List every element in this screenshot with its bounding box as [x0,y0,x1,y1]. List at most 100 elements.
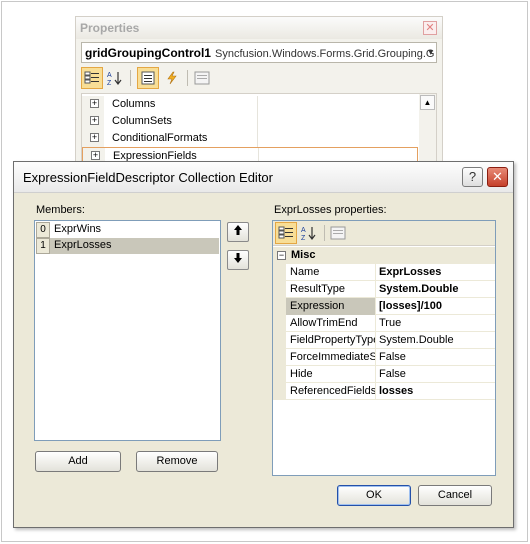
svg-text:A: A [301,227,306,234]
property-row[interactable]: ForceImmediateSaveValue False [273,349,495,366]
object-selector-combo[interactable]: gridGroupingControl1 Syncfusion.Windows.F… [81,42,437,63]
row-margin [273,366,286,383]
property-name: Columns [112,98,156,110]
row-margin [273,383,286,400]
properties-icon[interactable] [137,67,159,89]
expand-icon[interactable]: + [90,133,99,142]
collection-editor-dialog: ExpressionFieldDescriptor Collection Edi… [13,161,514,528]
property-value[interactable]: System.Double [379,334,454,346]
expand-icon[interactable]: + [90,99,99,108]
properties-toolbar: AZ [81,67,437,91]
svg-text:Z: Z [301,235,306,241]
properties-close-icon[interactable]: ✕ [423,21,437,35]
arrow-down-icon [234,253,242,263]
property-name: ForceImmediateSaveValue [290,351,375,363]
property-row[interactable]: + Columns [82,96,418,113]
property-pages-icon[interactable] [327,222,349,244]
categorized-icon[interactable] [275,222,297,244]
ok-button[interactable]: OK [337,485,411,506]
category-name: Misc [291,249,316,261]
property-row[interactable]: Hide False [273,366,495,383]
cancel-button[interactable]: Cancel [418,485,492,506]
remove-button[interactable]: Remove [136,451,218,472]
column-divider [375,366,376,383]
property-name: AllowTrimEnd [290,317,358,329]
svg-text:A: A [107,72,112,79]
properties-grid: + Columns + ColumnSets + ConditionalForm… [81,93,437,167]
property-value[interactable]: [losses]/100 [379,300,442,312]
property-row-selected[interactable]: Expression [losses]/100 [273,298,495,315]
column-divider [257,130,258,147]
properties-label: ExprLosses properties: [274,204,387,216]
properties-window: Properties ✕ gridGroupingControl1 Syncfus… [75,16,443,167]
help-icon[interactable]: ? [462,167,483,187]
category-header[interactable]: − Misc [273,247,495,264]
column-divider [375,383,376,400]
property-value[interactable]: False [379,368,406,380]
properties-title: Properties [80,21,140,35]
members-list[interactable]: 0 ExprWins 1 ExprLosses [34,220,221,441]
scroll-up-icon[interactable]: ▲ [420,95,435,110]
move-down-button[interactable] [227,250,249,270]
arrow-up-icon [234,225,242,235]
column-divider [257,96,258,113]
row-margin [273,298,286,315]
property-name: Expression [290,300,345,312]
svg-text:Z: Z [107,80,112,86]
toolbar-separator [130,70,131,86]
expand-icon[interactable]: + [91,151,100,160]
collapse-icon[interactable]: − [277,251,286,260]
object-name: gridGroupingControl1 [85,46,211,60]
row-margin [273,349,286,366]
property-row[interactable]: Name ExprLosses [273,264,495,281]
members-label: Members: [36,204,85,216]
row-margin [273,315,286,332]
property-name: ResultType [290,283,346,295]
column-divider [375,315,376,332]
property-row[interactable]: ReferencedFields losses [273,383,495,400]
property-row[interactable]: + ConditionalFormats [82,130,418,147]
row-margin [273,332,286,349]
dialog-title-bar: ExpressionFieldDescriptor Collection Edi… [14,162,513,193]
alphabetical-icon[interactable]: AZ [104,67,126,89]
member-name: ExprLosses [54,239,112,251]
member-index: 0 [36,222,50,238]
property-name: ColumnSets [112,115,172,127]
property-value[interactable]: ExprLosses [379,266,441,278]
properties-title-bar: Properties ✕ [76,17,442,39]
property-row[interactable]: FieldPropertyType System.Double [273,332,495,349]
list-item[interactable]: 0 ExprWins [36,222,219,238]
alphabetical-icon[interactable]: AZ [298,222,320,244]
property-name: Name [290,266,320,278]
expand-icon[interactable]: + [90,116,99,125]
categorized-icon[interactable] [81,67,103,89]
move-up-button[interactable] [227,222,249,242]
row-margin [273,264,286,281]
column-divider [375,264,376,281]
toolbar-separator [324,225,325,241]
column-divider [257,113,258,130]
chevron-down-icon[interactable]: ▾ [428,47,433,58]
vertical-scrollbar[interactable]: ▲ [419,94,436,166]
member-index: 1 [36,238,50,254]
member-name: ExprWins [54,223,102,235]
property-name: ConditionalFormats [112,132,208,144]
property-pages-icon[interactable] [191,67,213,89]
list-item-selected[interactable]: 1 ExprLosses [36,238,219,254]
property-value[interactable]: True [379,317,401,329]
row-margin [273,281,286,298]
column-divider [375,298,376,315]
property-value[interactable]: System.Double [379,283,458,295]
dialog-title: ExpressionFieldDescriptor Collection Edi… [23,170,273,185]
property-value[interactable]: losses [379,385,413,397]
column-divider [375,332,376,349]
property-row[interactable]: AllowTrimEnd True [273,315,495,332]
property-value[interactable]: False [379,351,406,363]
close-icon[interactable]: ✕ [487,167,508,187]
property-row[interactable]: ResultType System.Double [273,281,495,298]
object-type: Syncfusion.Windows.Forms.Grid.Grouping.G [214,48,435,60]
events-icon[interactable] [161,67,183,89]
add-button[interactable]: Add [35,451,121,472]
property-row[interactable]: + ColumnSets [82,113,418,130]
property-name: FieldPropertyType [290,334,375,346]
